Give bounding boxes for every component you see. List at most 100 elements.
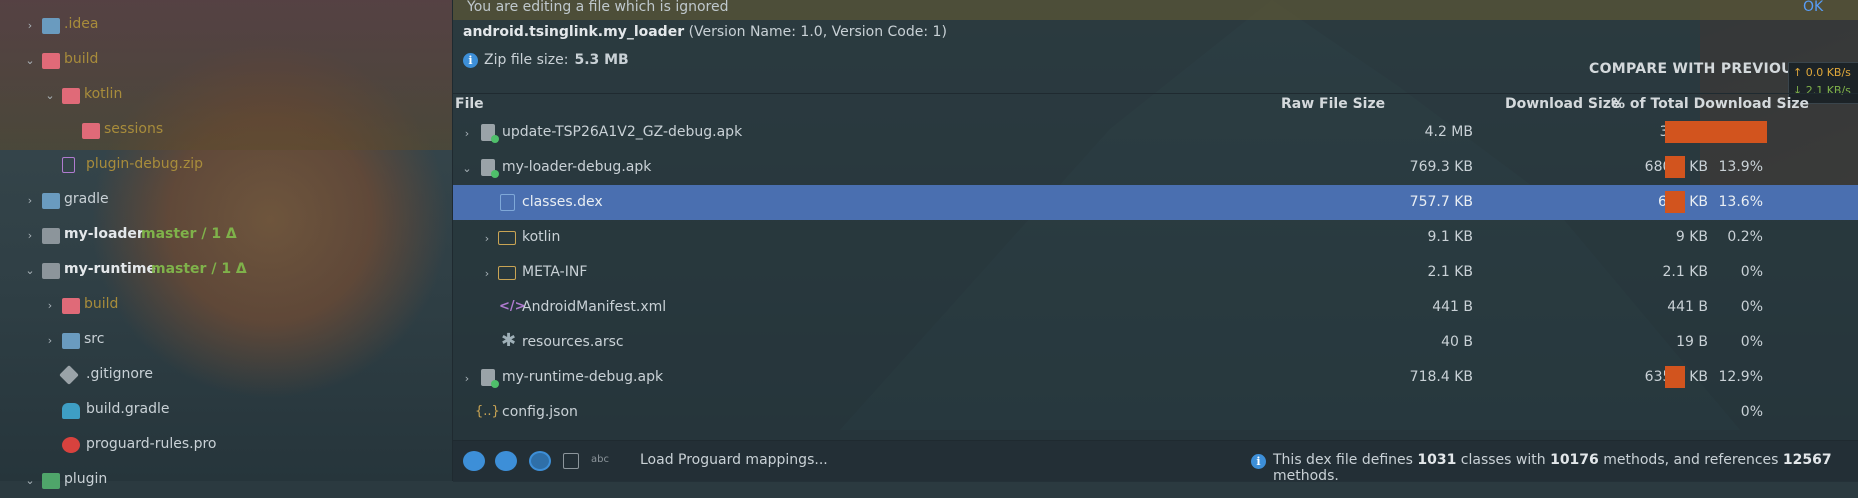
apk-version: (Version Name: 1.0, Version Code: 1) [688, 24, 947, 40]
resources-icon: ✱ [501, 330, 517, 351]
tree-item-label: build [84, 296, 119, 312]
list-icon[interactable] [529, 451, 551, 471]
upload-speed: ↑ 0.0 KB/s [1793, 66, 1851, 79]
git-branch-label: master / 1 Δ [151, 261, 247, 277]
load-proguard-mappings-button[interactable]: Load Proguard mappings... [640, 452, 828, 468]
column-header-raw-size[interactable]: Raw File Size [1281, 96, 1385, 112]
proguard-icon [62, 437, 80, 453]
chevron-right-icon[interactable]: › [44, 334, 56, 347]
chevron-right-icon[interactable]: › [481, 267, 493, 280]
tree-item-my-loader[interactable]: › my-loader master / 1 Δ [0, 218, 452, 253]
folder-icon [498, 231, 516, 245]
tree-item-src[interactable]: › src [0, 323, 452, 358]
chevron-right-icon[interactable]: › [461, 372, 473, 385]
column-header-file[interactable]: File [455, 96, 484, 112]
ignored-file-banner: You are editing a file which is ignored … [453, 0, 1858, 20]
dex-class-count: 1031 [1417, 452, 1457, 468]
dex-summary-prefix: This dex file defines [1273, 452, 1413, 468]
folder-icon [498, 266, 516, 280]
tag-icon[interactable] [463, 451, 485, 471]
row-percent: 0.2% [1727, 229, 1763, 245]
zip-file-icon [62, 157, 75, 173]
table-row[interactable]: › my-runtime-debug.apk 718.4 KB 635.4 KB… [453, 360, 1858, 395]
apk-package-name: android.tsinglink.my_loader [463, 24, 685, 40]
tree-item-plugin-debug-zip[interactable]: plugin-debug.zip [0, 148, 452, 183]
tree-item-label: build.gradle [86, 401, 170, 417]
table-row[interactable]: › update-TSP26A1V2_GZ-debug.apk 4.2 MB 3… [453, 115, 1858, 150]
table-row[interactable]: ✱ resources.arsc 40 B 19 B 0% [453, 325, 1858, 360]
chevron-down-icon[interactable]: ⌄ [24, 264, 36, 277]
chevron-down-icon[interactable]: ⌄ [461, 162, 473, 175]
table-row-selected[interactable]: classes.dex 757.7 KB 669 KB 13.6% [453, 185, 1858, 220]
dex-summary-text: classes with [1460, 452, 1546, 468]
module-folder-icon [42, 473, 60, 489]
tree-item-label: plugin-debug.zip [86, 156, 204, 172]
tree-item-proguard[interactable]: proguard-rules.pro [0, 428, 452, 463]
chevron-right-icon[interactable]: › [24, 229, 36, 242]
chevron-down-icon[interactable]: ⌄ [44, 89, 56, 102]
table-divider [453, 93, 1858, 94]
row-name: my-runtime-debug.apk [502, 369, 664, 385]
apk-icon [481, 159, 499, 178]
row-name: AndroidManifest.xml [522, 299, 667, 315]
tree-item-runtime-build[interactable]: › build [0, 288, 452, 323]
source-folder-icon [62, 333, 80, 349]
chevron-right-icon[interactable]: › [24, 194, 36, 207]
chevron-right-icon[interactable]: › [44, 299, 56, 312]
chevron-right-icon[interactable]: › [481, 232, 493, 245]
tree-item-my-runtime[interactable]: ⌄ my-runtime master / 1 Δ [0, 253, 452, 288]
table-row[interactable]: ⌄ my-loader-debug.apk 769.3 KB 680.6 KB … [453, 150, 1858, 185]
git-branch-label: master / 1 Δ [141, 226, 237, 242]
table-row[interactable]: </> AndroidManifest.xml 441 B 441 B 0% [453, 290, 1858, 325]
git-icon [59, 365, 79, 385]
filter-icon[interactable] [495, 451, 517, 471]
row-percent-bar [1665, 156, 1685, 178]
column-header-percent[interactable]: % of Total Download Size [1611, 96, 1809, 112]
chevron-right-icon[interactable]: › [461, 127, 473, 140]
folder-icon [82, 123, 100, 139]
row-percent: 0% [1740, 299, 1763, 315]
row-percent: 0% [1740, 264, 1763, 280]
chevron-right-icon[interactable]: › [24, 19, 36, 32]
tree-item-gitignore[interactable]: .gitignore [0, 358, 452, 393]
row-percent-bar [1665, 121, 1768, 143]
folder-icon [62, 88, 80, 104]
row-percent-bar [1665, 366, 1685, 388]
tree-item-label: gradle [64, 191, 109, 207]
tree-item-gradle[interactable]: › gradle [0, 183, 452, 218]
folder-icon [62, 298, 80, 314]
row-name: META-INF [522, 264, 588, 280]
banner-text: You are editing a file which is ignored [467, 0, 729, 15]
tree-item-label: .idea [64, 16, 99, 32]
apk-icon [481, 369, 499, 388]
banner-ok-link[interactable]: OK [1803, 0, 1823, 15]
table-row[interactable]: › META-INF 2.1 KB 2.1 KB 0% [453, 255, 1858, 290]
tree-item-build[interactable]: ⌄ build [0, 43, 452, 78]
tree-item-build-gradle[interactable]: build.gradle [0, 393, 452, 428]
tree-item-sessions[interactable]: sessions [0, 113, 452, 148]
json-file-icon: {..} [475, 404, 500, 419]
row-name: resources.arsc [522, 334, 624, 350]
tree-item-label: kotlin [84, 86, 123, 102]
table-row[interactable]: › kotlin 9.1 KB 9 KB 0.2% [453, 220, 1858, 255]
chevron-down-icon[interactable]: ⌄ [24, 54, 36, 67]
info-icon: i [463, 52, 478, 68]
column-header-download-size[interactable]: Download Size [1505, 96, 1620, 112]
dex-summary-text: methods, and references [1603, 452, 1779, 468]
tree-item-label: my-runtime [64, 261, 156, 277]
tree-item-idea[interactable]: › .idea [0, 8, 452, 43]
tree-item-label: .gitignore [86, 366, 153, 382]
tree-item-kotlin[interactable]: ⌄ kotlin [0, 78, 452, 113]
abc-icon[interactable]: abc [591, 454, 613, 468]
zip-size-row: i Zip file size: 5.3 MB [463, 52, 629, 68]
folder-icon [42, 18, 60, 34]
row-name: config.json [502, 404, 578, 420]
apk-title: android.tsinglink.my_loader (Version Nam… [463, 24, 947, 40]
crop-icon[interactable] [563, 453, 579, 469]
table-row[interactable]: {..} config.json 0% [453, 395, 1858, 430]
tree-item-label: my-loader [64, 226, 144, 242]
row-percent: 0% [1740, 404, 1763, 420]
zip-size-value: 5.3 MB [574, 52, 629, 68]
folder-icon [42, 193, 60, 209]
folder-icon [42, 53, 60, 69]
